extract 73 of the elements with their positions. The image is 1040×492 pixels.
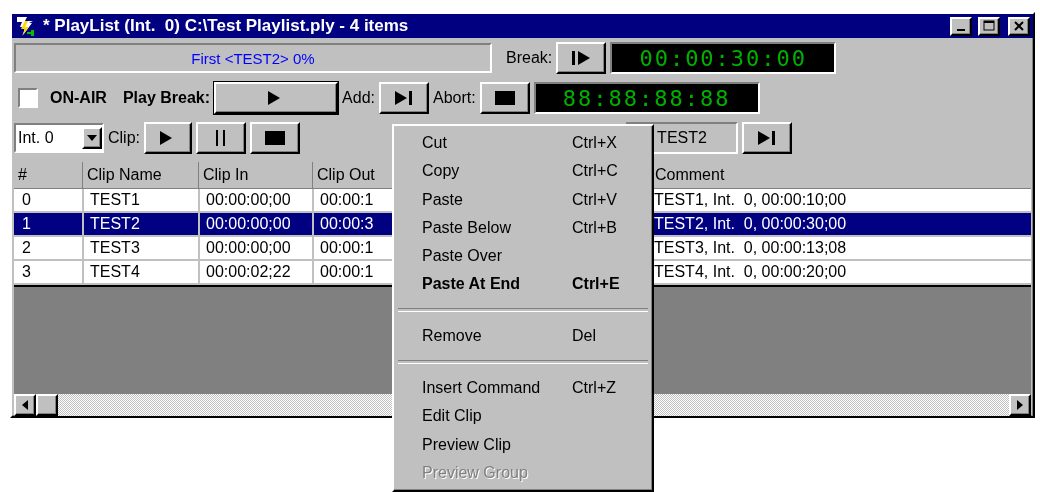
clip-play-button[interactable] bbox=[144, 122, 192, 154]
table-cell: 00:00:1 bbox=[312, 261, 388, 283]
abort-timecode: 88:88:88:88 bbox=[533, 82, 760, 114]
table-cell-text: TEST2, Int. 0, 00:00:30;00 bbox=[653, 214, 848, 234]
column-header[interactable]: # bbox=[14, 162, 82, 188]
table-cell: 00:00:3 bbox=[312, 213, 388, 235]
play-break-label: Play Break: bbox=[122, 89, 211, 107]
menu-item[interactable]: Remove Del bbox=[396, 322, 650, 351]
pause-icon bbox=[216, 130, 226, 146]
table-cell: TEST4 bbox=[82, 261, 198, 283]
arrow-right-icon bbox=[1017, 400, 1023, 410]
close-icon bbox=[1013, 20, 1025, 32]
play-from-start-icon bbox=[572, 50, 591, 66]
play-break-button[interactable] bbox=[214, 82, 339, 114]
abort-button[interactable] bbox=[479, 82, 530, 114]
channel-select[interactable]: Int. 0 bbox=[14, 123, 104, 153]
table-cell: 00:00:00;00 bbox=[198, 189, 312, 211]
table-cell: 00:00:00;00 bbox=[198, 213, 312, 235]
menu-item[interactable]: Paste At End Ctrl+E bbox=[396, 270, 650, 299]
abort-label: Abort: bbox=[433, 89, 476, 107]
table-cell: TEST1 bbox=[82, 189, 198, 211]
window-title: * PlayList (Int. 0) C:\Test Playlist.ply - 4 items bbox=[43, 16, 410, 36]
table-cell-text: TEST1, Int. 0, 00:00:10;00 bbox=[653, 190, 848, 210]
table-cell: TEST3 bbox=[82, 237, 198, 259]
dropdown-button[interactable] bbox=[82, 127, 102, 149]
maximize-icon bbox=[983, 20, 995, 32]
on-air-checkbox[interactable] bbox=[18, 88, 38, 108]
scroll-right-button[interactable] bbox=[1009, 394, 1031, 416]
stop-icon bbox=[265, 131, 285, 145]
break-label: Break: bbox=[506, 49, 553, 67]
play-to-end-icon bbox=[395, 90, 413, 106]
column-header[interactable]: Clip In bbox=[198, 162, 312, 188]
menu-item[interactable]: Paste Below Ctrl+B bbox=[396, 213, 650, 242]
on-air-label: ON-AIR bbox=[50, 89, 107, 107]
caret-down-icon bbox=[87, 135, 97, 141]
play-to-end-icon bbox=[758, 130, 776, 146]
break-button[interactable] bbox=[556, 42, 607, 74]
table-cell: 00:00:02;22 bbox=[198, 261, 312, 283]
maximize-button[interactable] bbox=[978, 16, 1000, 36]
status-text: First <TEST2> 0% bbox=[14, 43, 492, 73]
table-cell-text: TEST3, Int. 0, 00:00:13;08 bbox=[653, 238, 848, 258]
table-cell: TEST2 bbox=[82, 213, 198, 235]
add-label: Add: bbox=[342, 89, 375, 107]
menu-item[interactable]: Edit Clip bbox=[396, 402, 650, 431]
table-cell-text: 3 bbox=[21, 262, 32, 282]
clip-label: Clip: bbox=[108, 129, 140, 147]
table-cell-text: TEST4, Int. 0, 00:00:20;00 bbox=[653, 262, 848, 282]
minimize-icon bbox=[957, 29, 965, 31]
table-cell: 00:00:1 bbox=[312, 189, 388, 211]
table-cell-text: 0 bbox=[21, 190, 32, 210]
break-timecode: 00:00:30:00 bbox=[610, 42, 837, 74]
column-header[interactable]: Clip Name bbox=[82, 162, 198, 188]
menu-item[interactable]: Copy Ctrl+C bbox=[396, 157, 650, 186]
table-cell: 00:00:00;00 bbox=[198, 237, 312, 259]
cue-button[interactable] bbox=[742, 122, 792, 154]
arrow-left-icon bbox=[22, 400, 28, 410]
add-button[interactable] bbox=[379, 82, 429, 114]
close-button[interactable] bbox=[1008, 16, 1030, 36]
scroll-thumb[interactable] bbox=[36, 394, 58, 416]
table-cell-text: 1 bbox=[21, 214, 32, 234]
menu-item[interactable]: Paste Over bbox=[396, 241, 650, 270]
minimize-button[interactable] bbox=[950, 16, 972, 36]
table-cell: 00:00:1 bbox=[312, 237, 388, 259]
clip-stop-button[interactable] bbox=[250, 122, 300, 154]
lightning-plug-icon bbox=[15, 15, 37, 37]
clip-pause-button[interactable] bbox=[196, 122, 246, 154]
scroll-left-button[interactable] bbox=[14, 394, 36, 416]
menu-item[interactable]: Preview Clip bbox=[396, 430, 650, 459]
table-cell-text: 2 bbox=[21, 238, 32, 258]
stop-icon bbox=[494, 91, 515, 105]
menu-item[interactable]: Paste Ctrl+V bbox=[396, 185, 650, 214]
menu-item[interactable]: Insert Command Ctrl+Z bbox=[396, 374, 650, 403]
column-header[interactable]: Clip Out bbox=[312, 162, 388, 188]
